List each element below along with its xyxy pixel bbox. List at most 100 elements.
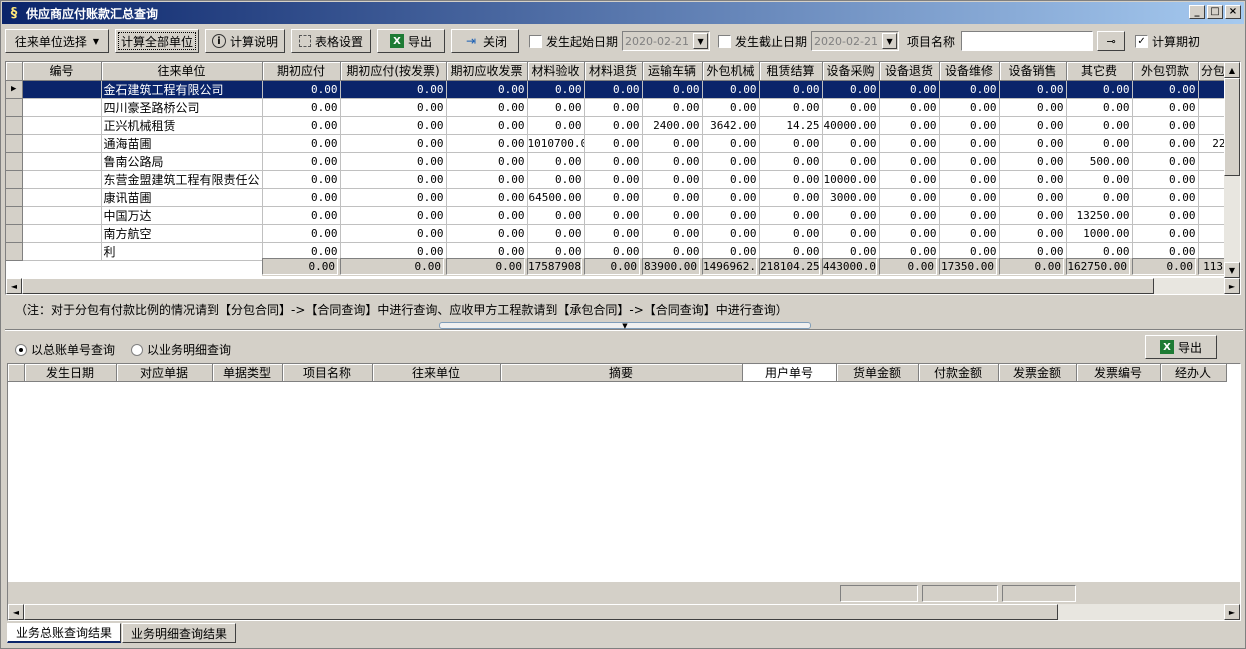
table-cell[interactable]: 0.00 xyxy=(879,116,940,135)
table-row[interactable]: 东营金盟建筑工程有限责任公 0.00 0.00 0.00 0.00 0.00 0.00 0.0… xyxy=(6,170,1229,189)
partner-select-dropdown[interactable]: 往来单位选择 ▼ xyxy=(5,29,109,53)
close-window-button[interactable]: × xyxy=(1225,5,1241,19)
table-cell[interactable]: 0.00 xyxy=(759,170,823,189)
table-cell[interactable]: 0.00 xyxy=(999,188,1067,207)
table-cell[interactable]: 0.00 xyxy=(759,80,823,99)
table-cell[interactable]: 0.00 xyxy=(642,80,703,99)
column-header[interactable]: 发票金额 xyxy=(998,364,1077,382)
table-cell[interactable]: 0.00 xyxy=(584,188,643,207)
table-cell[interactable]: 2400.00 xyxy=(642,116,703,135)
column-header[interactable]: 期初应收发票 xyxy=(446,62,528,81)
table-row[interactable]: ▶ 金石建筑工程有限公司 0.00 0.00 0.00 0.00 0.00 0.00 0.00 0… xyxy=(6,80,1229,99)
table-cell[interactable]: 0.00 xyxy=(1066,188,1133,207)
table-cell[interactable]: 0.00 xyxy=(527,80,585,99)
table-cell[interactable]: 0.00 xyxy=(584,206,643,225)
table-cell[interactable]: 0.00 xyxy=(1132,134,1199,153)
chevron-down-icon[interactable]: ▼ xyxy=(882,33,898,49)
project-name-input[interactable] xyxy=(961,31,1094,51)
table-cell[interactable]: 0.00 xyxy=(262,206,341,225)
table-cell[interactable]: 0.00 xyxy=(999,224,1067,243)
column-header[interactable]: 设备维修 xyxy=(939,62,1000,81)
table-cell[interactable]: 0.00 xyxy=(879,206,940,225)
table-cell[interactable]: 0.00 xyxy=(879,170,940,189)
table-cell[interactable]: 0.00 xyxy=(446,152,528,171)
table-cell[interactable]: 10000.00 xyxy=(822,170,880,189)
table-cell[interactable]: 0.00 xyxy=(1132,80,1199,99)
table-cell[interactable]: 1000.00 xyxy=(1066,224,1133,243)
radio-unselected-icon[interactable] xyxy=(131,343,143,356)
row-indicator[interactable] xyxy=(6,98,23,117)
table-cell[interactable]: 0.00 xyxy=(262,170,341,189)
table-cell[interactable]: 0.00 xyxy=(446,224,528,243)
table-cell[interactable]: 0.00 xyxy=(999,206,1067,225)
scroll-down-icon[interactable]: ▼ xyxy=(1224,262,1240,278)
table-cell[interactable]: 0.00 xyxy=(642,134,703,153)
table-cell[interactable]: 0.00 xyxy=(584,116,643,135)
table-cell[interactable]: 0.00 xyxy=(822,134,880,153)
table-cell[interactable]: 13250.00 xyxy=(1066,206,1133,225)
table-cell[interactable]: 0.00 xyxy=(1132,170,1199,189)
table-cell[interactable]: 0.00 xyxy=(939,134,1000,153)
table-cell[interactable]: 0.00 xyxy=(702,170,760,189)
table-cell[interactable]: 0.00 xyxy=(879,224,940,243)
table-cell[interactable]: 0.00 xyxy=(262,188,341,207)
radio-by-detail[interactable]: 以业务明细查询 xyxy=(131,341,231,358)
table-cell[interactable]: 0.00 xyxy=(939,224,1000,243)
table-cell[interactable]: 0.00 xyxy=(1132,152,1199,171)
table-cell[interactable]: 3000.00 xyxy=(822,188,880,207)
scroll-right-icon[interactable]: ► xyxy=(1224,604,1240,620)
row-indicator[interactable] xyxy=(6,134,23,153)
table-cell[interactable]: 0.00 xyxy=(584,80,643,99)
table-cell[interactable]: 1010700.0 xyxy=(527,134,585,153)
table-cell[interactable]: 0.00 xyxy=(759,134,823,153)
row-indicator[interactable]: ▶ xyxy=(6,80,23,99)
table-cell[interactable] xyxy=(22,98,102,117)
table-cell[interactable]: 0.00 xyxy=(1132,98,1199,117)
table-cell[interactable]: 0.00 xyxy=(822,98,880,117)
table-cell[interactable]: 0.00 xyxy=(642,98,703,117)
column-header[interactable]: 货单金额 xyxy=(836,364,919,382)
start-date-checkbox[interactable]: 发生起始日期 xyxy=(529,33,618,50)
table-cell[interactable] xyxy=(22,206,102,225)
column-header[interactable]: 经办人 xyxy=(1160,364,1227,382)
detail-export-button[interactable]: X 导出 xyxy=(1145,335,1217,359)
table-cell[interactable]: 0.00 xyxy=(939,188,1000,207)
table-cell[interactable]: 0.00 xyxy=(262,224,341,243)
table-cell[interactable] xyxy=(22,152,102,171)
table-cell[interactable]: 0.00 xyxy=(702,134,760,153)
column-header[interactable]: 用户单号 xyxy=(742,364,837,382)
table-cell[interactable]: 0.00 xyxy=(340,188,447,207)
table-cell[interactable] xyxy=(22,224,102,243)
column-header[interactable]: 发生日期 xyxy=(24,364,117,382)
start-date-checkbox-box[interactable] xyxy=(529,34,542,48)
table-cell[interactable]: 0.00 xyxy=(879,152,940,171)
table-cell[interactable]: 0.00 xyxy=(759,224,823,243)
table-cell[interactable] xyxy=(22,170,102,189)
table-row[interactable]: 鲁南公路局 0.00 0.00 0.00 0.00 0.00 0.00 0.00 0.00 0.0… xyxy=(6,152,1229,171)
splitter-handle[interactable]: ▼ xyxy=(439,322,811,330)
summary-vertical-scrollbar[interactable]: ▲ ▼ xyxy=(1224,62,1240,278)
column-header[interactable]: 租赁结算 xyxy=(759,62,823,81)
table-cell[interactable]: 0.00 xyxy=(702,80,760,99)
table-cell[interactable]: 0.00 xyxy=(584,224,643,243)
table-cell[interactable]: 0.00 xyxy=(1132,116,1199,135)
scroll-thumb[interactable] xyxy=(1224,78,1240,176)
table-cell[interactable]: 0.00 xyxy=(822,80,880,99)
scroll-right-icon[interactable]: ► xyxy=(1224,278,1240,294)
project-lookup-button[interactable]: ⊸ xyxy=(1097,31,1126,51)
table-cell[interactable]: 0.00 xyxy=(446,80,528,99)
column-header[interactable]: 发票编号 xyxy=(1076,364,1161,382)
column-header[interactable]: 往来单位 xyxy=(372,364,501,382)
export-button[interactable]: X 导出 xyxy=(377,29,445,53)
table-cell[interactable]: 0.00 xyxy=(879,80,940,99)
column-header[interactable]: 对应单据 xyxy=(116,364,213,382)
table-cell[interactable]: 正兴机械租赁 xyxy=(101,116,263,135)
table-cell[interactable]: 0.00 xyxy=(1066,170,1133,189)
column-header[interactable]: 材料退货 xyxy=(584,62,643,81)
row-indicator[interactable] xyxy=(6,206,23,225)
row-indicator[interactable] xyxy=(6,188,23,207)
table-cell[interactable] xyxy=(22,242,102,261)
table-cell[interactable]: 0.00 xyxy=(340,80,447,99)
table-cell[interactable]: 0.00 xyxy=(446,170,528,189)
table-cell[interactable]: 0.00 xyxy=(340,116,447,135)
